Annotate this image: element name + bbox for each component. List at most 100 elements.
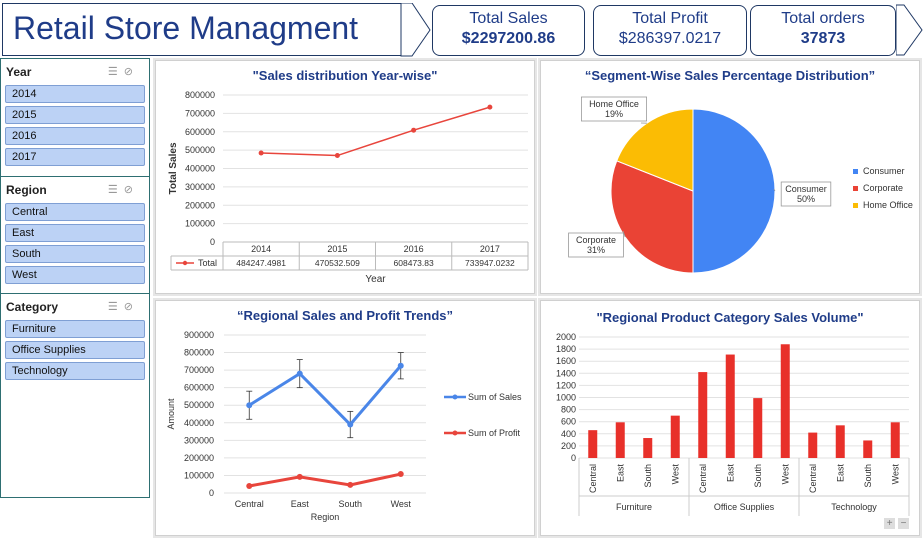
group-label: Technology — [831, 502, 877, 512]
legend-swatch — [853, 186, 858, 191]
y-tick-label: 100000 — [184, 470, 214, 480]
y-tick-label: 800000 — [185, 90, 215, 100]
data-label: 50% — [797, 194, 815, 204]
chart-sales-by-year[interactable]: "Sales distribution Year-wise" 0 100000 20… — [155, 60, 535, 294]
x-tick-label: 2014 — [251, 244, 271, 254]
bar — [753, 398, 763, 458]
y-tick-label: 400000 — [184, 418, 214, 428]
data-table-value: 470532.509 — [315, 258, 360, 268]
bar — [808, 432, 818, 458]
x-tick-label: South — [643, 464, 653, 488]
bar — [890, 422, 900, 458]
legend-swatch — [853, 203, 858, 208]
chart-segment-pie[interactable]: “Segment-Wise Sales Percentage Distribut… — [540, 60, 920, 294]
multi-select-icon[interactable]: ☰ — [108, 301, 124, 313]
pie-slice-consumer — [692, 108, 776, 274]
x-tick-label: West — [780, 464, 790, 485]
x-tick-label: West — [391, 499, 412, 509]
bar — [643, 438, 653, 458]
data-point — [411, 127, 417, 133]
y-tick-label: 700000 — [184, 365, 214, 375]
slicer-item-west[interactable]: West — [5, 266, 145, 284]
group-label: Office Supplies — [714, 502, 775, 512]
slicer-item-2017[interactable]: 2017 — [5, 148, 145, 166]
kpi-label: Total orders — [781, 10, 865, 27]
bar — [725, 354, 735, 458]
multi-select-icon[interactable]: ☰ — [108, 184, 124, 196]
slicer-item-central[interactable]: Central — [5, 203, 145, 221]
slicer-item-furniture[interactable]: Furniture — [5, 320, 145, 338]
slicer-category: Category ☰⊘ Furniture Office Supplies Te… — [1, 294, 149, 384]
y-tick-label: 300000 — [185, 182, 215, 192]
data-label: 31% — [587, 245, 605, 255]
slicer-item-2014[interactable]: 2014 — [5, 85, 145, 103]
data-point — [487, 104, 493, 110]
bar — [698, 372, 708, 458]
zoom-controls: + − — [884, 518, 909, 529]
y-tick-label: 1800 — [556, 344, 576, 354]
bar — [780, 344, 790, 458]
slicer-pane: Year ☰⊘ 2014 2015 2016 2017 Region ☰⊘ Ce… — [0, 58, 150, 498]
slicer-title: Category — [6, 300, 59, 314]
x-tick-label: 2015 — [327, 244, 347, 254]
chart-category-volume[interactable]: "Regional Product Category Sales Volume"… — [540, 300, 920, 536]
kpi-label: Total Profit — [632, 10, 708, 27]
y-tick-label: 800 — [561, 405, 576, 415]
data-label: 19% — [605, 109, 623, 119]
slicer-item-2015[interactable]: 2015 — [5, 106, 145, 124]
x-tick-label: 2016 — [404, 244, 424, 254]
x-tick-label: West — [670, 464, 680, 485]
zoom-in-button[interactable]: + — [884, 518, 896, 529]
y-tick-label: 700000 — [185, 108, 215, 118]
chart-regional-trends-svg: 0 100000 200000 300000 400000 500000 600000 700… — [166, 330, 522, 522]
y-tick-label: 0 — [209, 488, 214, 498]
y-tick-label: 500000 — [184, 400, 214, 410]
multi-select-icon[interactable]: ☰ — [108, 66, 124, 78]
title-arrow — [400, 3, 431, 57]
x-tick-label: South — [863, 464, 873, 488]
bar — [670, 415, 680, 458]
x-axis-label: Year — [365, 274, 386, 285]
clear-filter-icon[interactable]: ⊘ — [124, 184, 139, 196]
bar — [835, 425, 845, 458]
chart-segment-pie-svg: Consumer50%Corporate31%Home Office19%Con… — [568, 96, 913, 274]
legend-label: Home Office — [863, 200, 913, 210]
legend-label: Sum of Sales — [468, 392, 522, 402]
y-tick-label: 600000 — [184, 383, 214, 393]
bar — [863, 440, 873, 458]
clear-filter-icon[interactable]: ⊘ — [124, 301, 139, 313]
data-point — [246, 402, 253, 409]
bar — [615, 422, 625, 458]
chart-sales-by-year-svg: 0 100000 200000 300000 400000 500000 600000 700… — [168, 90, 529, 285]
slicer-title: Region — [6, 183, 47, 197]
slicer-item-south[interactable]: South — [5, 245, 145, 263]
y-tick-label: 300000 — [184, 435, 214, 445]
kpi-value: 37873 — [800, 30, 846, 47]
slicer-item-east[interactable]: East — [5, 224, 145, 242]
x-axis-label: Region — [311, 512, 340, 522]
slicer-year: Year ☰⊘ 2014 2015 2016 2017 — [1, 59, 149, 177]
legend-label: Total — [198, 258, 217, 268]
kpi-value: $286397.0217 — [618, 30, 722, 47]
legend-marker — [452, 430, 458, 436]
y-tick-label: 400000 — [185, 164, 215, 174]
y-tick-label: 1000 — [556, 393, 576, 403]
slicer-item-2016[interactable]: 2016 — [5, 127, 145, 145]
clear-filter-icon[interactable]: ⊘ — [124, 66, 139, 78]
y-tick-label: 0 — [571, 453, 576, 463]
y-axis-label: Total Sales — [168, 142, 179, 194]
y-tick-label: 600 — [561, 417, 576, 427]
y-tick-label: 200000 — [185, 200, 215, 210]
y-tick-label: 100000 — [185, 219, 215, 229]
slicer-item-technology[interactable]: Technology — [5, 362, 145, 380]
kpi-total-sales: Total Sales $2297200.86 — [432, 5, 585, 56]
y-tick-label: 600000 — [185, 127, 215, 137]
x-tick-label: Central — [588, 464, 598, 493]
page-title: Retail Store Managment — [13, 10, 359, 46]
zoom-out-button[interactable]: − — [898, 518, 909, 529]
data-point — [347, 421, 354, 428]
slicer-item-office-supplies[interactable]: Office Supplies — [5, 341, 145, 359]
series-line-sum-of-sales — [248, 364, 402, 427]
chart-regional-trends[interactable]: “Regional Sales and Profit Trends” 0 1000… — [155, 300, 535, 536]
x-tick-label: East — [291, 499, 310, 509]
